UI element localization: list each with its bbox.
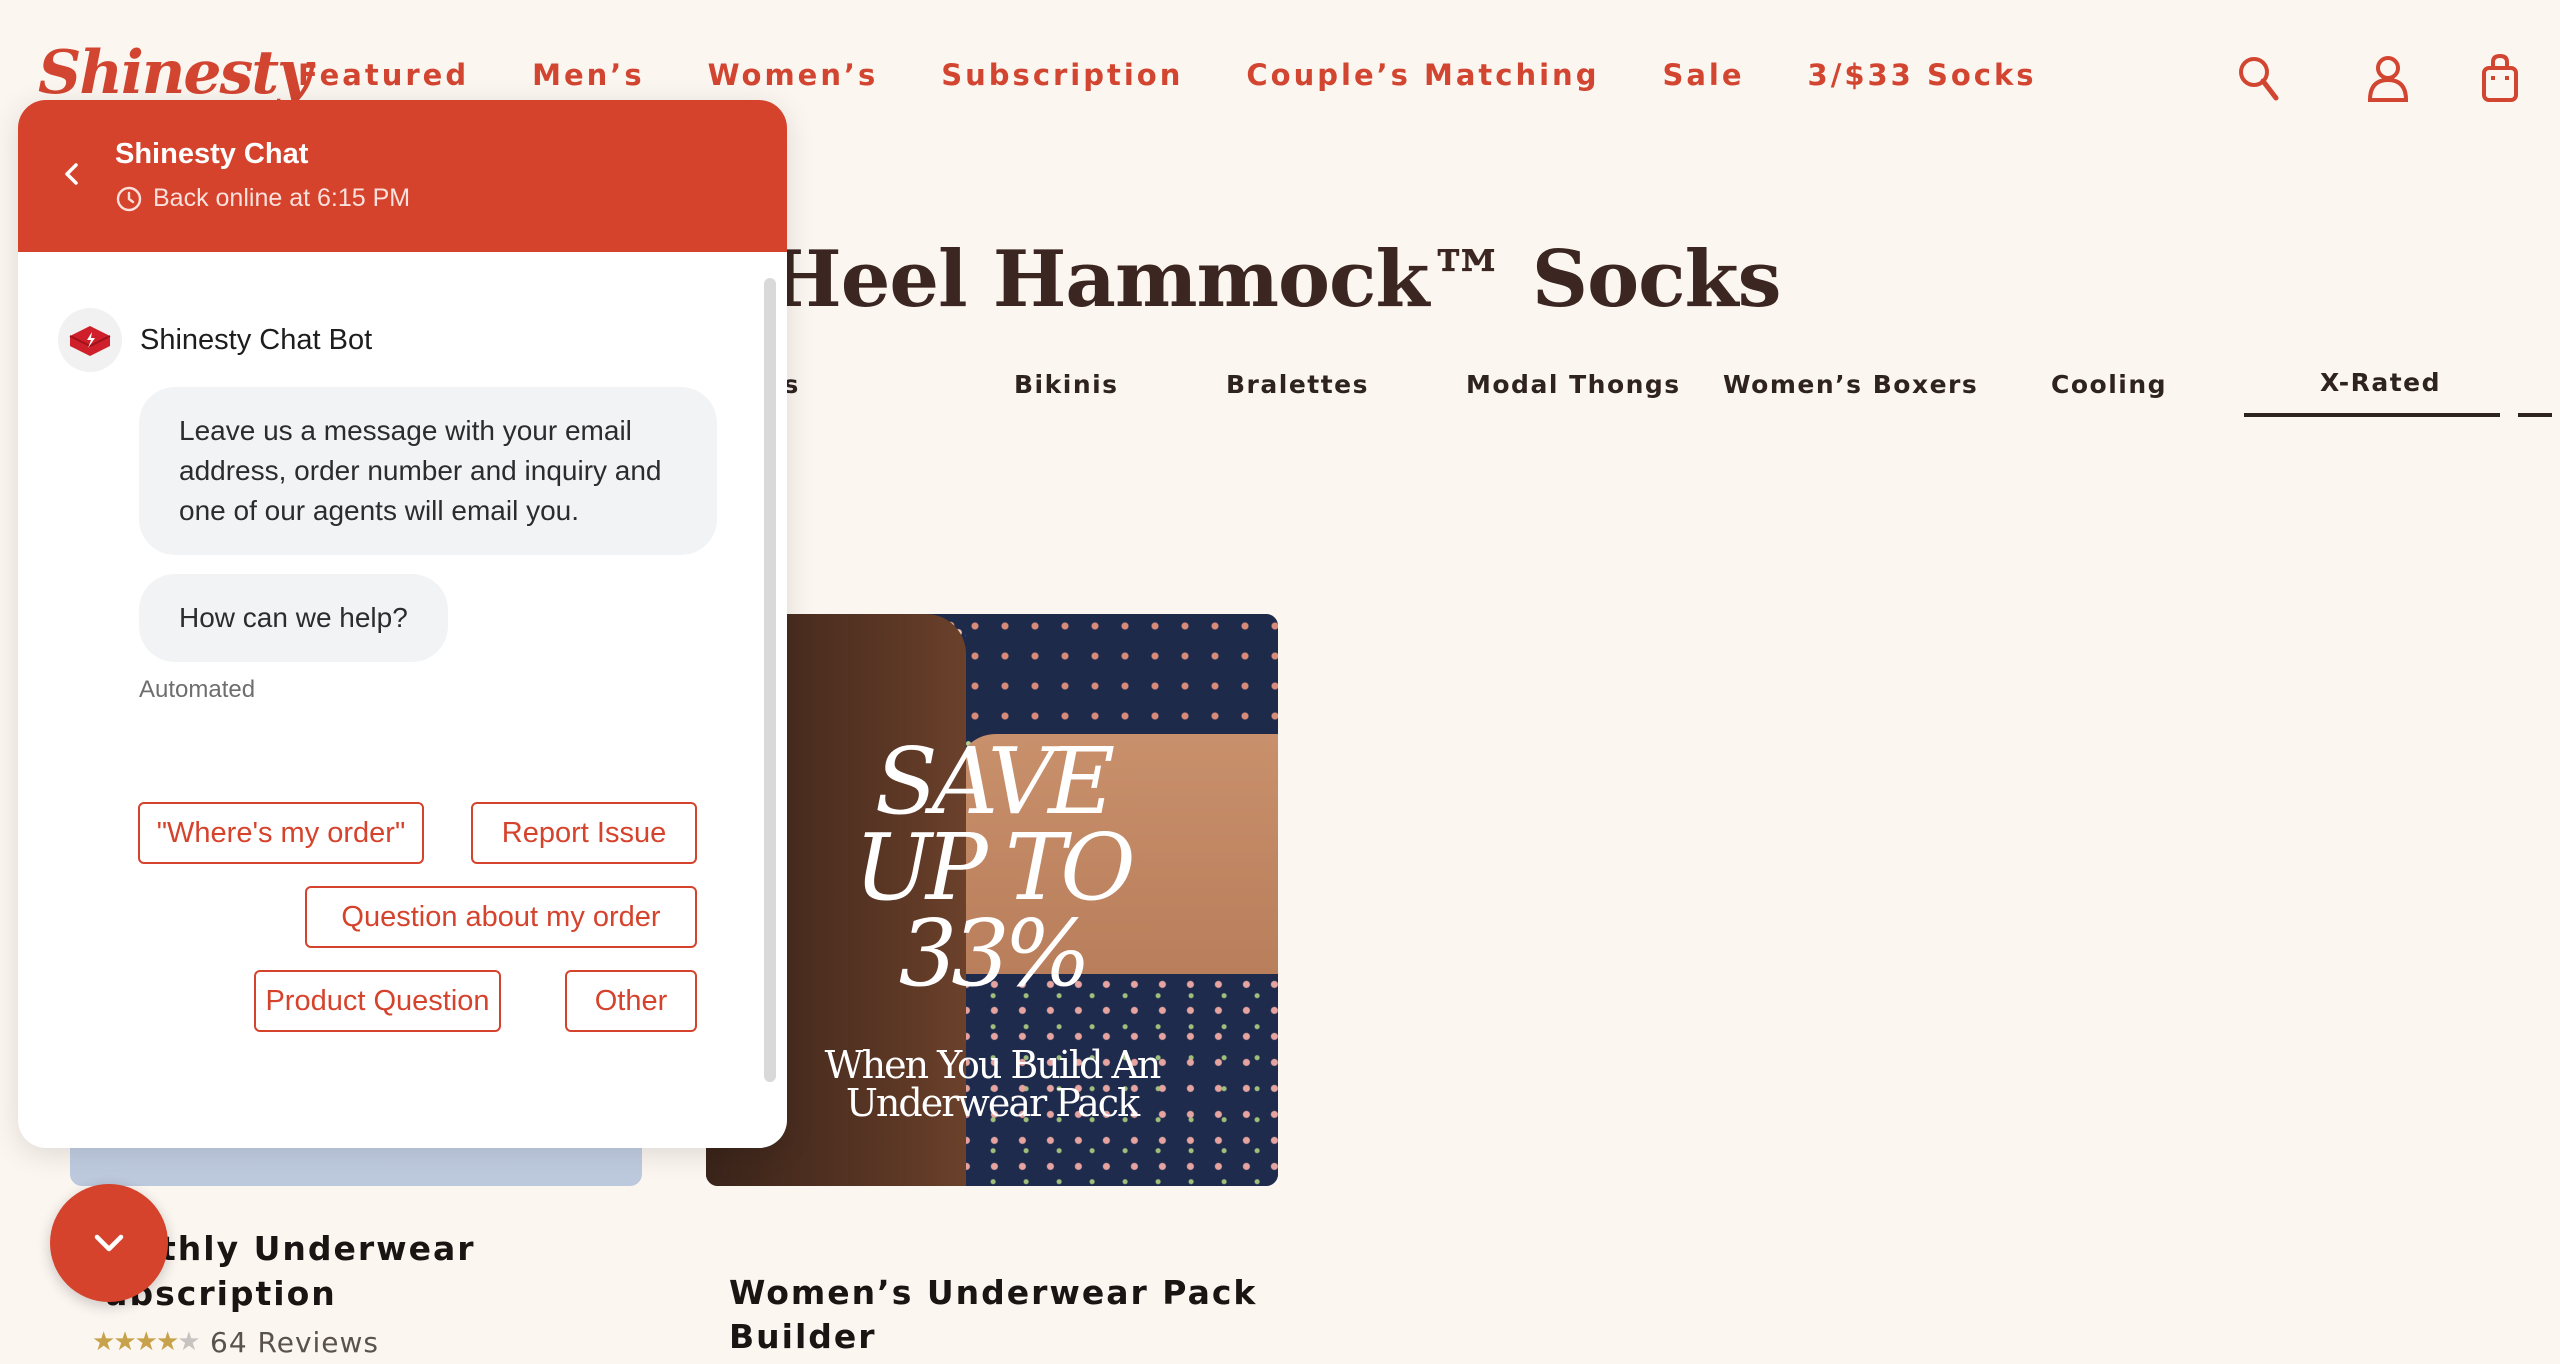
nav-featured[interactable]: Featured (298, 58, 469, 92)
page-title: Heel Hammock™ Socks (768, 234, 1782, 325)
chat-header: Shinesty Chat Back online at 6:15 PM (18, 100, 787, 252)
cart-icon[interactable] (2472, 50, 2528, 106)
shinesty-logo[interactable]: Shinesty (38, 38, 312, 108)
tab-x-rated[interactable]: X-Rated (2320, 368, 2441, 397)
bot-name: Shinesty Chat Bot (140, 324, 373, 356)
tab-bikinis[interactable]: Bikinis (1014, 370, 1119, 399)
chat-title: Shinesty Chat (115, 138, 309, 170)
image-fabric-top (966, 614, 1278, 734)
star-empty-icon: ★ (177, 1327, 200, 1357)
quick-reply-other[interactable]: Other (565, 970, 697, 1032)
tab-modal-thongs[interactable]: Modal Thongs (1466, 370, 1681, 399)
nav-couples-matching[interactable]: Couple’s Matching (1246, 58, 1599, 92)
search-icon[interactable] (2232, 50, 2288, 106)
tab-bralettes[interactable]: Bralettes (1226, 370, 1369, 399)
nav-sale[interactable]: Sale (1662, 58, 1744, 92)
star-icon: ★ (134, 1327, 158, 1357)
quick-reply-wheres-my-order[interactable]: "Where's my order" (138, 802, 424, 864)
promo-sub-line2: Underwear Pack (845, 1081, 1140, 1125)
message-meta: Automated (139, 676, 256, 703)
tab-womens-boxers[interactable]: Women’s Boxers (1723, 370, 1978, 399)
pack-builder-product-image[interactable]: SAVE UP TO 33% When You Build An Underwe… (706, 614, 1278, 1186)
quick-reply-report-issue[interactable]: Report Issue (471, 802, 697, 864)
bot-avatar (58, 308, 122, 372)
nav-womens[interactable]: Women’s (708, 58, 879, 92)
star-icon: ★ (92, 1327, 115, 1357)
quick-reply-product-question[interactable]: Product Question (254, 970, 501, 1032)
main-nav: Featured Men’s Women’s Subscription Coup… (298, 58, 2100, 92)
product-title-pack-builder-2[interactable]: Builder (729, 1314, 877, 1359)
product-title-subscription-1[interactable]: thly Underwear (160, 1226, 476, 1271)
promo-line-percent: 33% (898, 900, 1091, 1007)
next-tab-indicator (2518, 413, 2552, 417)
chat-status-text: Back online at 6:15 PM (153, 184, 411, 212)
promo-line-upto: UP TO (854, 814, 1135, 921)
chat-scrollbar[interactable] (764, 278, 776, 1082)
chat-toggle-button[interactable] (50, 1184, 168, 1302)
promo-line-save: SAVE (874, 728, 1115, 835)
bot-message: How can we help? (139, 574, 448, 662)
nav-socks[interactable]: 3/$33 Socks (1808, 58, 2037, 92)
star-icon: ★ (113, 1327, 136, 1357)
quick-reply-question-about-order[interactable]: Question about my order (305, 886, 697, 948)
chevron-down-icon (94, 1234, 124, 1252)
chat-widget: Shinesty Chat Back online at 6:15 PM Shi… (18, 100, 787, 1148)
chevron-left-icon[interactable] (50, 152, 94, 196)
star-icon: ★ (155, 1327, 179, 1357)
review-count[interactable]: 64 Reviews (210, 1326, 379, 1359)
clock-icon (116, 186, 142, 211)
nav-mens[interactable]: Men’s (532, 58, 644, 92)
bot-message: Leave us a message with your email addre… (139, 387, 717, 555)
active-tab-indicator (2244, 413, 2500, 417)
promo-sub-line1: When You Build An (824, 1043, 1162, 1087)
account-icon[interactable] (2360, 50, 2416, 106)
rating-stars: ★★★★★ (92, 1327, 201, 1357)
nav-subscription[interactable]: Subscription (941, 58, 1183, 92)
product-title-pack-builder-1[interactable]: Women’s Underwear Pack (729, 1270, 1257, 1315)
chat-status: Back online at 6:15 PM (115, 184, 410, 213)
tab-cooling[interactable]: Cooling (2051, 370, 2167, 399)
